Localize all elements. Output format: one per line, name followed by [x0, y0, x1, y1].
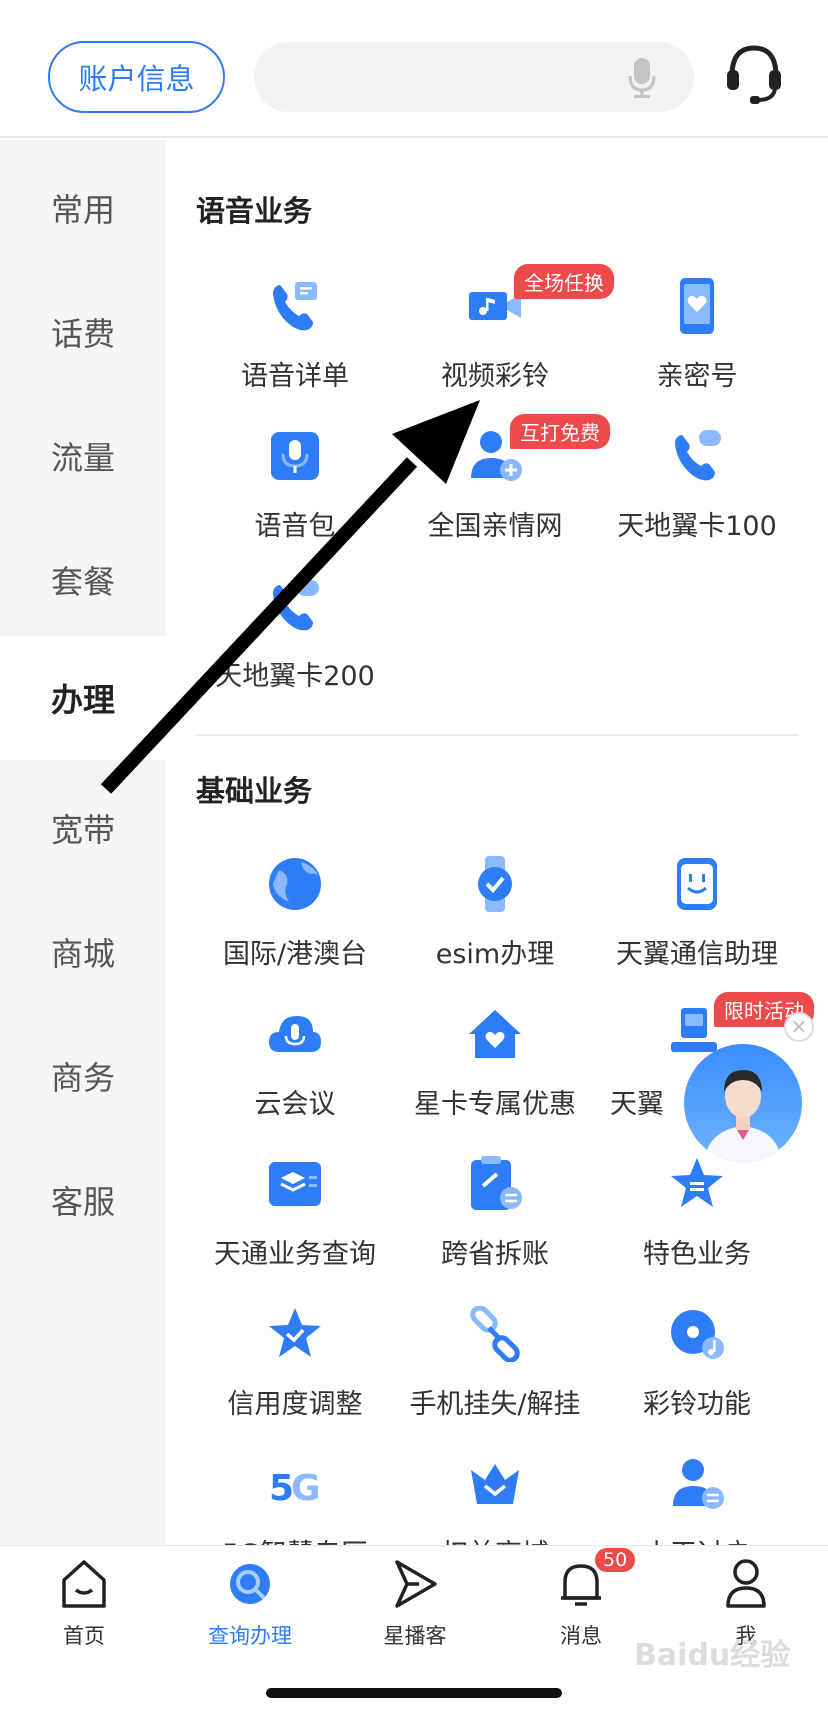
promo-badge: 互打免费 [510, 414, 610, 449]
service-tile[interactable]: 跨省拆账 [395, 1156, 595, 1296]
tile-label: 天地翼卡200 [215, 661, 375, 692]
phone-80-icon [675, 430, 721, 481]
tile-label: 彩铃功能 [643, 1389, 751, 1420]
avatar-figure [704, 1070, 782, 1162]
tile-label: 亲密号 [656, 361, 738, 392]
service-tile[interactable]: 信用度调整 [195, 1306, 395, 1446]
search-input[interactable] [254, 42, 694, 112]
crown-icon [471, 1464, 519, 1504]
service-tile[interactable]: 天地翼卡200 [195, 578, 395, 718]
search-circle-icon [230, 1564, 270, 1604]
heart-phone-icon [680, 278, 714, 334]
phone-list-icon [273, 282, 317, 331]
tab-label: 星播客 [383, 1624, 447, 1648]
layers-card-icon [269, 1162, 321, 1206]
svg-text:G: G [291, 1468, 321, 1509]
assistant-face-icon [677, 858, 717, 910]
home-icon [62, 1560, 106, 1608]
service-tile[interactable]: 彩铃功能 [597, 1306, 797, 1446]
service-tile[interactable]: 全国亲情网 [395, 428, 595, 568]
sidebar-item-商城[interactable]: 商城 [0, 890, 166, 1014]
watch-icon [478, 856, 512, 912]
sidebar-item-办理[interactable]: 办理 [0, 636, 166, 760]
star-doc-icon [671, 1158, 723, 1207]
star-check-icon [269, 1308, 321, 1357]
globe-icon [269, 858, 321, 910]
link-break-icon [470, 1306, 520, 1362]
service-tile[interactable]: esim办理 [395, 856, 595, 996]
service-tile[interactable]: 云会议 [195, 1006, 395, 1146]
section-title-basic: 基础业务 [196, 774, 313, 808]
sidebar-item-流量[interactable]: 流量 [0, 394, 166, 518]
account-info-button[interactable]: 账户信息 [48, 41, 225, 113]
category-sidebar: 常用 话费 流量 套餐 办理 宽带 商城 商务 客服 [0, 140, 166, 1545]
service-tile[interactable]: 手机挂失/解挂 [395, 1306, 595, 1446]
house-heart-icon [469, 1010, 521, 1058]
person-icon [726, 1559, 766, 1608]
service-tile[interactable]: 天地翼卡100 [597, 428, 797, 568]
cloud-mic-icon [269, 1016, 321, 1052]
tile-label: 特色业务 [643, 1239, 751, 1270]
tab-label: 查询办理 [208, 1624, 292, 1648]
service-tile[interactable]: 语音包 [195, 428, 395, 568]
service-tile[interactable]: 星卡专属优惠 [395, 1006, 595, 1146]
service-tile[interactable]: 亲密号 [597, 278, 797, 418]
microphone-icon [271, 432, 319, 480]
virtual-assistant-avatar[interactable] [684, 1044, 802, 1162]
headset-icon[interactable] [724, 42, 784, 106]
sidebar-item-宽带[interactable]: 宽带 [0, 766, 166, 890]
clipboard-link-icon [471, 1156, 522, 1210]
close-icon[interactable]: × [784, 1012, 814, 1042]
disc-music-icon [671, 1310, 724, 1359]
sidebar-item-常用[interactable]: 常用 [0, 146, 166, 270]
header-bar: 账户信息 [0, 0, 828, 138]
service-tile[interactable]: 天翼通信助理 [597, 856, 797, 996]
service-tile[interactable]: 语音详单 [195, 278, 395, 418]
sidebar-item-套餐[interactable]: 套餐 [0, 518, 166, 642]
tab-query[interactable]: 查询办理 [180, 1556, 320, 1676]
sidebar-item-话费[interactable]: 话费 [0, 270, 166, 394]
play-arrow-icon [395, 1560, 437, 1608]
sidebar-item-商务[interactable]: 商务 [0, 1014, 166, 1138]
tab-label: 消息 [560, 1624, 602, 1648]
sidebar-item-客服[interactable]: 客服 [0, 1138, 166, 1262]
service-tile[interactable]: 特色业务 [597, 1156, 797, 1296]
section-divider [196, 734, 798, 736]
message-count-badge: 50 [595, 1548, 636, 1572]
service-tile[interactable]: 视频彩铃 [395, 278, 595, 418]
service-tile[interactable]: 国际/港澳台 [195, 856, 395, 996]
5g-icon: 5 G [269, 1468, 321, 1509]
phone-80-icon [273, 580, 319, 631]
microphone-icon[interactable] [628, 56, 656, 100]
tile-label: 天翼通信助理 [616, 939, 778, 970]
tab-label: 首页 [63, 1624, 105, 1648]
section-title-voice: 语音业务 [196, 194, 313, 228]
watermark: Baidu经验 [634, 1638, 791, 1673]
service-tile[interactable]: 天通业务查询 [195, 1156, 395, 1296]
tab-messages[interactable]: 50 消息 [511, 1548, 651, 1676]
tab-starcast[interactable]: 星播客 [345, 1556, 485, 1676]
person-swap-icon [673, 1459, 724, 1509]
home-indicator[interactable] [266, 1688, 562, 1698]
tile-label: 天地翼卡100 [617, 511, 777, 542]
tab-home[interactable]: 首页 [14, 1556, 154, 1676]
bottom-tab-bar: 首页 查询办理 星播客 50 消息 我 [0, 1545, 828, 1711]
